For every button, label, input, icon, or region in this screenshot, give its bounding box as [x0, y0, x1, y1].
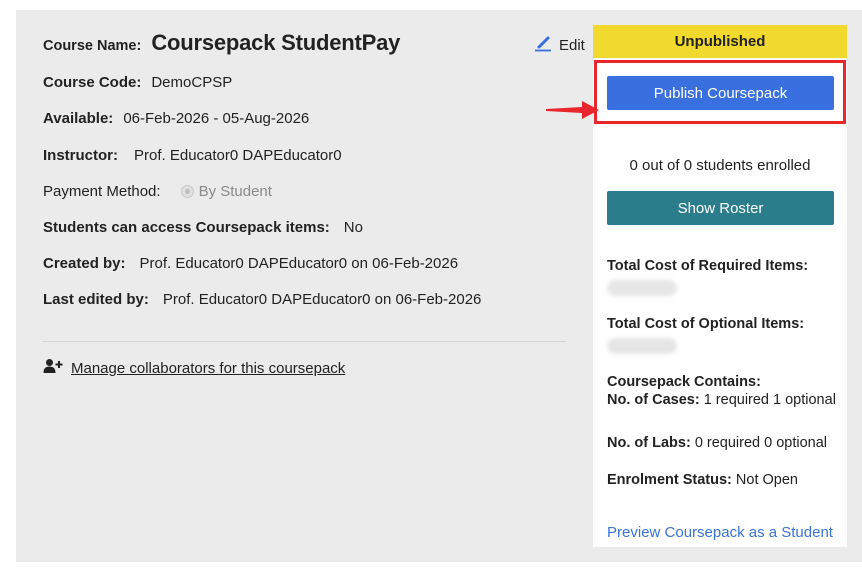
edited-label: Last edited by:: [43, 291, 149, 308]
optional-cost-label: Total Cost of Optional Items:: [607, 316, 805, 332]
course-panel: Course Name: Coursepack StudentPay Edit C…: [16, 10, 862, 562]
edited-value: Prof. Educator0 DAPEducator0 on 06-Feb-2…: [162, 291, 482, 308]
labs-label: No. of Labs:: [607, 435, 691, 451]
payment-row: Payment Method: By Student: [43, 183, 272, 200]
instructor-row: Instructor: Prof. Educator0 DAPEducator0: [43, 147, 342, 164]
created-label: Created by:: [43, 255, 126, 272]
coursepack-sidebar: Unpublished Publish Coursepack 0 out of …: [593, 25, 847, 547]
created-value: Prof. Educator0 DAPEducator0 on 06-Feb-2…: [139, 255, 459, 272]
payment-value: By Student: [198, 183, 272, 200]
enrolled-count: 0 out of 0 students enrolled: [629, 157, 811, 174]
optional-cost-value: [607, 338, 677, 354]
cases-label: No. of Cases:: [607, 392, 700, 408]
required-cost-value: [607, 280, 677, 296]
payment-label: Payment Method:: [43, 183, 161, 200]
access-label: Students can access Coursepack items:: [43, 219, 330, 236]
labs-value: 0 required 0 optional: [694, 435, 828, 451]
manage-collaborators[interactable]: Manage collaborators for this coursepack: [43, 358, 345, 378]
access-row: Students can access Coursepack items: No: [43, 219, 363, 236]
divider: [43, 341, 566, 342]
created-row: Created by: Prof. Educator0 DAPEducator0 …: [43, 255, 458, 272]
payment-radio: [180, 184, 194, 198]
edit-button[interactable]: Edit: [533, 34, 585, 56]
preview-as-student-link[interactable]: Preview Coursepack as a Student: [593, 524, 847, 541]
contains-label: Coursepack Contains:: [607, 374, 761, 390]
publish-coursepack-button[interactable]: Publish Coursepack: [607, 76, 834, 110]
course-name-row: Course Name: Coursepack StudentPay: [43, 30, 400, 56]
course-details: Course Name: Coursepack StudentPay Edit C…: [43, 10, 585, 562]
instructor-label: Instructor:: [43, 147, 118, 164]
show-roster-button[interactable]: Show Roster: [607, 191, 834, 225]
status-badge: Unpublished: [593, 25, 847, 58]
course-code-row: Course Code: DemoCPSP: [43, 74, 232, 91]
edit-label: Edit: [559, 36, 585, 54]
course-name: Coursepack StudentPay: [151, 30, 401, 55]
course-code-label: Course Code:: [43, 74, 142, 91]
access-value: No: [343, 219, 363, 236]
required-cost-label: Total Cost of Required Items:: [607, 258, 809, 274]
cases-info: No. of Cases: 1 required 1 optional: [607, 389, 837, 411]
course-code: DemoCPSP: [151, 74, 233, 91]
enrolment-info: Enrolment Status: Not Open: [607, 469, 837, 491]
available-dates: 06-Feb-2026 - 05-Aug-2026: [123, 110, 310, 127]
enrolment-value: Not Open: [735, 472, 798, 488]
labs-info: No. of Labs: 0 required 0 optional: [607, 432, 837, 454]
arrow-icon: [544, 99, 600, 126]
instructor-name: Prof. Educator0 DAPEducator0: [134, 147, 342, 164]
edited-row: Last edited by: Prof. Educator0 DAPEducat…: [43, 291, 481, 308]
pencil-icon: [533, 34, 553, 56]
course-name-label: Course Name:: [43, 38, 142, 54]
available-row: Available: 06-Feb-2026 - 05-Aug-2026: [43, 110, 309, 127]
enrolment-label: Enrolment Status:: [607, 472, 732, 488]
add-user-icon: [43, 358, 63, 378]
cases-value: 1 required 1 optional: [703, 392, 836, 408]
manage-collaborators-link[interactable]: Manage collaborators for this coursepack: [71, 360, 345, 377]
available-label: Available:: [43, 110, 114, 127]
